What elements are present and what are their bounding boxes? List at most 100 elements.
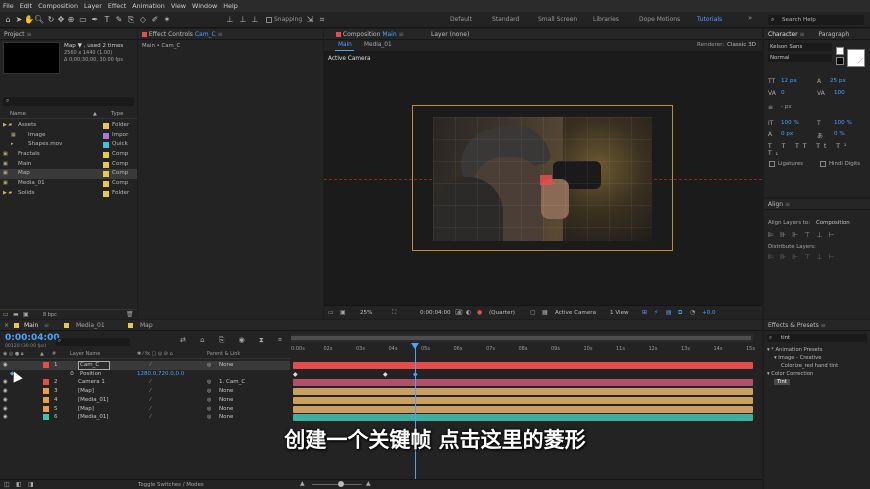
- orbit-camera-icon[interactable]: ✥: [56, 15, 66, 25]
- project-title[interactable]: Project: [4, 31, 25, 38]
- trash-icon[interactable]: 🗑︎: [126, 311, 134, 318]
- menu-layer[interactable]: Layer: [84, 2, 102, 10]
- timeline-layer-row[interactable]: ◉ 1 Cam_C ⁄ ◎ None: [0, 361, 290, 370]
- expand-in-out-icon[interactable]: ◨: [28, 481, 34, 488]
- transparency-grid-icon[interactable]: ▦: [542, 309, 548, 316]
- timeline-layer-row[interactable]: ◉ 2 Camera 1 ⁄ ◎ 1. Cam_C: [0, 378, 290, 387]
- exposure-value[interactable]: +0.0: [702, 310, 716, 316]
- label-column-icon[interactable]: ▲: [40, 350, 44, 359]
- eraser-tool-icon[interactable]: ◇: [138, 15, 148, 25]
- timeline-icon[interactable]: ▤: [666, 309, 672, 316]
- project-item[interactable]: ▣ Fractals Comp: [0, 150, 137, 160]
- new-folder-icon[interactable]: ▬: [13, 311, 19, 318]
- rectangle-tool-icon[interactable]: ▭: [78, 15, 88, 25]
- bpc-label[interactable]: 8 bpc: [43, 312, 57, 318]
- zoom-in-icon[interactable]: ▲: [366, 480, 371, 487]
- project-item[interactable]: ▣ Main Comp: [0, 160, 137, 170]
- interpret-footage-icon[interactable]: ▭: [3, 311, 9, 318]
- layer-name[interactable]: [Map]: [78, 405, 94, 414]
- layer-duration-bar[interactable]: [293, 362, 753, 369]
- home-icon[interactable]: ⌂: [3, 15, 13, 25]
- effects-tree-item[interactable]: Colorize_red hand tint: [767, 362, 870, 370]
- layer-label-color[interactable]: [43, 362, 49, 368]
- character-tab[interactable]: Character: [768, 31, 798, 38]
- selection-tool-icon[interactable]: ➤: [14, 15, 24, 25]
- timeline-current-time[interactable]: 0:00:04:00: [5, 333, 60, 343]
- label-color-swatch[interactable]: [103, 181, 109, 188]
- menu-window[interactable]: Window: [192, 2, 217, 10]
- snapshot-icon[interactable]: 📷︎: [455, 309, 463, 316]
- project-item[interactable]: ▣ Media_01 Comp: [0, 179, 137, 189]
- world-axis-icon[interactable]: ⊥: [238, 15, 248, 25]
- close-tab-icon[interactable]: ×: [4, 322, 9, 329]
- parent-dropdown[interactable]: None: [219, 361, 233, 370]
- workspace-small-screen[interactable]: Small Screen: [538, 16, 577, 23]
- pick-whip-icon[interactable]: ◎: [207, 413, 211, 422]
- layer-duration-bar[interactable]: [293, 414, 753, 422]
- project-item[interactable]: ▶ ▰ Solids Folder: [0, 189, 137, 199]
- show-snapshot-icon[interactable]: ◐: [466, 309, 471, 316]
- workspace-tutorials[interactable]: Tutorials: [697, 16, 722, 23]
- layer-label-color[interactable]: [43, 396, 49, 403]
- timeline-tab-main[interactable]: Main: [24, 322, 38, 329]
- zoom-tool-icon[interactable]: 🔍︎: [34, 15, 44, 25]
- workspace-default[interactable]: Default: [450, 16, 472, 23]
- quality-switch-icon[interactable]: ⁄: [150, 387, 151, 396]
- quality-switch-icon[interactable]: ⁄: [150, 413, 151, 422]
- keyframe-diamond[interactable]: ◆: [293, 371, 298, 378]
- quality-switch-icon[interactable]: ⁄: [150, 396, 151, 405]
- comp-tab-main[interactable]: Main: [338, 42, 352, 48]
- visibility-eye-icon[interactable]: ◉: [3, 396, 8, 405]
- text-color-swatch-large[interactable]: ⟋: [847, 49, 865, 67]
- effects-search-input[interactable]: ⌕ tint: [767, 334, 867, 342]
- menu-help[interactable]: Help: [223, 2, 238, 10]
- layer-name[interactable]: [Media_01]: [78, 396, 109, 405]
- quality-switch-icon[interactable]: ⁄: [150, 378, 151, 387]
- layer-label-color[interactable]: [43, 405, 49, 412]
- align-title[interactable]: Align: [768, 201, 783, 208]
- project-search-input[interactable]: ⌕: [3, 97, 134, 106]
- pick-whip-icon[interactable]: ◎: [207, 387, 211, 396]
- label-color-swatch[interactable]: [103, 161, 109, 168]
- layer-duration-bar[interactable]: [293, 396, 753, 404]
- comp-tab-media01[interactable]: Media_01: [364, 42, 392, 48]
- rotate-tool-icon[interactable]: ↻: [46, 15, 56, 25]
- camera-position-handle[interactable]: [540, 175, 552, 185]
- keyframe-diamond[interactable]: ◆: [383, 371, 388, 378]
- project-item[interactable]: ▣ Map Comp: [0, 169, 137, 180]
- reset-exposure-icon[interactable]: ◔: [690, 309, 695, 316]
- visibility-eye-icon[interactable]: ◉: [3, 378, 8, 387]
- zoom-dropdown[interactable]: 25%: [360, 310, 372, 316]
- timeline-search-input[interactable]: ⌕: [56, 338, 130, 346]
- resolution-dropdown[interactable]: (Quarter): [489, 310, 515, 316]
- baseline-shift-value[interactable]: 0 px: [781, 131, 793, 137]
- label-color-swatch[interactable]: [103, 190, 109, 197]
- parent-dropdown[interactable]: None: [219, 413, 233, 422]
- project-item[interactable]: ▸ Shapes.mov Quick: [0, 140, 137, 150]
- quality-switch-icon[interactable]: ⁄: [150, 361, 151, 370]
- menu-effect[interactable]: Effect: [108, 2, 126, 10]
- parent-dropdown[interactable]: 1. Cam_C: [219, 378, 245, 387]
- snap-options-icon[interactable]: ⇲: [305, 15, 315, 25]
- expand-switches-icon[interactable]: ◫: [4, 481, 10, 488]
- roi-icon[interactable]: ▢: [530, 309, 536, 316]
- workspace-standard[interactable]: Standard: [492, 16, 519, 23]
- effects-tree-item[interactable]: ▾ * Animation Presets: [767, 346, 870, 354]
- paragraph-tab[interactable]: Paragraph: [819, 31, 850, 38]
- roto-tool-icon[interactable]: ✐: [150, 15, 160, 25]
- layer-name[interactable]: [Media_01]: [78, 413, 109, 422]
- stopwatch-icon[interactable]: ⏱: [70, 370, 74, 379]
- effects-tree-item[interactable]: ▾ Color Correction: [767, 370, 870, 378]
- layer-name[interactable]: Camera 1: [78, 378, 105, 387]
- timeline-zoom-slider[interactable]: [312, 484, 362, 485]
- effects-presets-title[interactable]: Effects & Presets: [768, 322, 819, 329]
- vr-icon[interactable]: ▣: [340, 309, 346, 316]
- fit-icon[interactable]: ⛶: [392, 309, 396, 317]
- time-ruler[interactable]: 0:00s 02s 03s 04s 05s 06s 07s 08s 09s 10s 11s 12s 13…: [291, 344, 755, 360]
- label-color-swatch[interactable]: [103, 152, 109, 159]
- font-family-dropdown[interactable]: Kelson Sans: [768, 43, 832, 51]
- work-area-bar[interactable]: [291, 334, 753, 342]
- puppet-tool-icon[interactable]: ✶: [162, 15, 172, 25]
- hindi-digits-checkbox[interactable]: [820, 161, 826, 167]
- label-color-swatch[interactable]: [103, 123, 109, 129]
